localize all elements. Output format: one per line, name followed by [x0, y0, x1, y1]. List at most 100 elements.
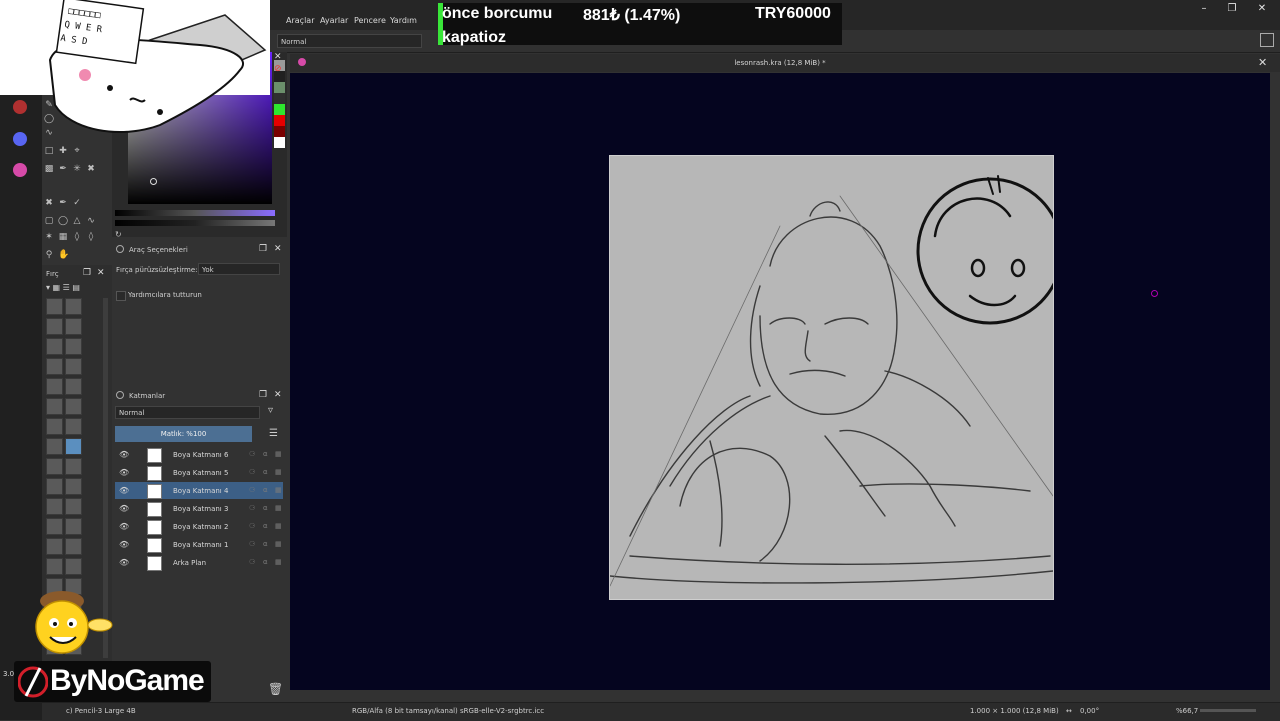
brush-preset[interactable] [65, 338, 82, 355]
visibility-eye-icon[interactable]: 👁 [119, 468, 129, 477]
layer-row[interactable]: 👁 Boya Katmanı 4 ⚆ α ▦ [115, 482, 283, 499]
close-tool-options-icon[interactable]: ✕ [274, 244, 282, 254]
alpha-icon[interactable]: α [263, 522, 268, 530]
visibility-eye-icon[interactable]: 👁 [119, 522, 129, 531]
refresh-icon[interactable]: ↻ [115, 230, 122, 239]
swatch-6[interactable] [274, 115, 285, 126]
inherit-alpha-icon[interactable]: ▦ [275, 486, 282, 494]
visibility-eye-icon[interactable]: 👁 [119, 450, 129, 459]
saturation-slider[interactable] [115, 220, 275, 226]
close-layers-icon[interactable]: ✕ [274, 390, 282, 400]
brush-preset[interactable] [46, 398, 63, 415]
float-panel-icon[interactable]: ❐ [259, 244, 267, 254]
unlock-icon[interactable]: ⚆ [249, 450, 255, 458]
measure-tool-icon[interactable]: ✒ [58, 198, 68, 208]
brush-preset[interactable] [46, 378, 63, 395]
inherit-alpha-icon[interactable]: ▦ [275, 540, 282, 548]
brush-preset[interactable] [65, 518, 82, 535]
similar-select-icon[interactable]: ▦ [58, 232, 68, 242]
brush-preset[interactable] [65, 458, 82, 475]
brush-preset[interactable] [65, 478, 82, 495]
ellipse-select-icon[interactable]: ◯ [58, 216, 68, 226]
brush-preset[interactable] [46, 458, 63, 475]
brush-preset[interactable] [65, 378, 82, 395]
blend-mode-select[interactable]: Normal [277, 34, 422, 48]
bezier-select-icon[interactable]: ◊ [72, 232, 82, 242]
document-title[interactable]: lesonrash.kra (12,8 MiB) * [700, 59, 860, 67]
brush-preset[interactable] [46, 538, 63, 555]
unlock-icon[interactable]: ⚆ [249, 540, 255, 548]
gradient-tool-icon[interactable]: ▩ [44, 164, 54, 174]
pan-tool-icon[interactable]: ✋ [58, 250, 69, 260]
zoom-tool-icon[interactable]: ⚲ [44, 250, 54, 260]
reference-tool-icon[interactable]: ✓ [72, 198, 82, 208]
polygon-select-icon[interactable]: △ [72, 216, 82, 226]
brush-preset[interactable] [46, 358, 63, 375]
visibility-eye-icon[interactable]: 👁 [119, 540, 129, 549]
menu-yardim[interactable]: Yardım [390, 16, 417, 25]
layer-row[interactable]: 👁 Boya Katmanı 5 ⚆ α ▦ [115, 464, 283, 481]
unlock-icon[interactable]: ⚆ [249, 486, 255, 494]
contiguous-select-icon[interactable]: ✶ [44, 232, 54, 242]
brush-preset[interactable] [65, 558, 82, 575]
layer-menu-icon[interactable]: ☰ [269, 428, 278, 439]
zoom-slider[interactable] [1200, 709, 1256, 712]
brush-preset[interactable] [46, 478, 63, 495]
inherit-alpha-icon[interactable]: ▦ [275, 558, 282, 566]
layer-row[interactable]: 👁 Boya Katmanı 6 ⚆ α ▦ [115, 446, 283, 463]
visibility-eye-icon[interactable]: 👁 [119, 558, 129, 567]
close-window-icon[interactable]: ✕ [1250, 3, 1274, 17]
layer-row[interactable]: 👁 Boya Katmanı 3 ⚆ α ▦ [115, 500, 283, 517]
freehand-select-icon[interactable]: ∿ [86, 216, 96, 226]
layer-blend-select[interactable]: Normal [115, 406, 260, 419]
lock-icon[interactable]: ⚆ [249, 558, 255, 566]
crop-tool-icon[interactable]: ⌖ [72, 146, 82, 156]
delete-layer-icon[interactable]: 🗑 [268, 682, 283, 696]
dock-toggle-icon[interactable] [1260, 33, 1274, 47]
maximize-icon[interactable]: ❐ [1220, 3, 1244, 17]
inherit-alpha-icon[interactable]: ▦ [275, 450, 282, 458]
swatch-5[interactable] [274, 104, 285, 115]
magnetic-select-icon[interactable]: ◊ [86, 232, 96, 242]
brush-preset[interactable] [46, 338, 63, 355]
swatch-7[interactable] [274, 126, 285, 137]
menu-pencere[interactable]: Pencere [354, 16, 386, 25]
unlock-icon[interactable]: ⚆ [249, 522, 255, 530]
brush-preset[interactable] [65, 318, 82, 335]
multibrush-icon[interactable]: ✳ [72, 164, 82, 174]
alpha-icon[interactable]: α [263, 450, 268, 458]
unlock-icon[interactable]: ⚆ [249, 504, 255, 512]
inherit-alpha-icon[interactable]: ▦ [275, 504, 282, 512]
visibility-eye-icon[interactable]: 👁 [119, 504, 129, 513]
eyedropper-icon[interactable]: ✒ [58, 164, 68, 174]
move-tool-icon[interactable]: ✚ [58, 146, 68, 156]
brush-preset[interactable] [46, 418, 63, 435]
layer-row[interactable]: 👁 Boya Katmanı 1 ⚆ α ▦ [115, 536, 283, 553]
krita-taskbar-icon[interactable] [13, 163, 27, 177]
inherit-alpha-icon[interactable]: ▦ [275, 468, 282, 476]
layer-row[interactable]: 👁 Arka Plan ⚆ α ▦ [115, 554, 283, 571]
opacity-slider[interactable]: Matlık: %100 [115, 426, 252, 442]
brush-preset[interactable] [46, 318, 63, 335]
swatch-3[interactable] [274, 82, 285, 93]
close-brush-panel-icon[interactable]: ✕ [97, 268, 105, 278]
smart-patch-icon[interactable]: ✖ [86, 164, 96, 174]
filter-icon[interactable]: ▿ [268, 405, 273, 416]
visibility-eye-icon[interactable]: 👁 [119, 486, 129, 495]
alpha-icon[interactable]: α [263, 468, 268, 476]
menu-ayarlar[interactable]: Ayarlar [320, 16, 348, 25]
unlock-icon[interactable]: ⚆ [249, 468, 255, 476]
layer-row[interactable]: 👁 Boya Katmanı 2 ⚆ α ▦ [115, 518, 283, 535]
drawing-paper[interactable] [609, 155, 1064, 600]
minimize-icon[interactable]: – [1192, 3, 1216, 17]
value-slider[interactable] [115, 210, 275, 216]
brush-tag-select[interactable]: ▾ ▦ ☰ ▤ [46, 283, 80, 292]
rotate-icon[interactable]: ↔ [1066, 707, 1072, 715]
brush-preset[interactable] [46, 438, 63, 455]
status-zoom[interactable]: %66,7 [1176, 707, 1198, 715]
rect-select-icon[interactable]: ▢ [44, 216, 54, 226]
transform-tool-icon[interactable]: □ [44, 146, 54, 156]
brush-preset[interactable] [65, 498, 82, 515]
brush-preset[interactable] [65, 418, 82, 435]
brush-preset[interactable] [65, 538, 82, 555]
